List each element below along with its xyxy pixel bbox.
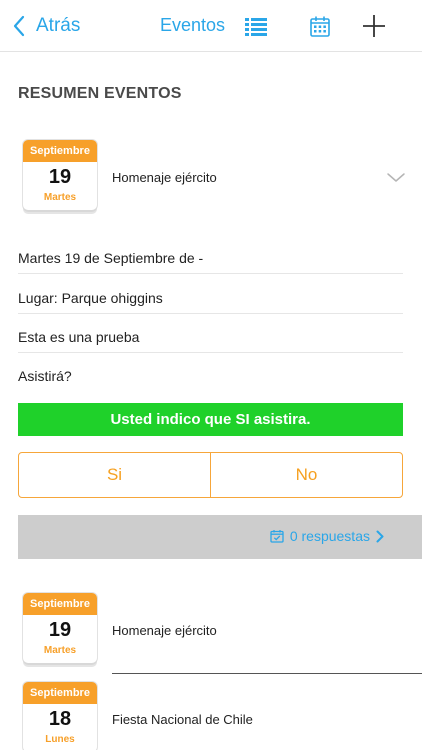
responses-bar: 0 respuestas (18, 515, 422, 559)
responses-link[interactable]: 0 respuestas (270, 528, 390, 544)
list-item-title[interactable]: Homenaje ejército (112, 623, 217, 638)
back-label: Atrás (36, 15, 81, 36)
event-place-text: Lugar: Parque ohiggins (18, 290, 403, 314)
plus-icon[interactable] (361, 13, 387, 39)
list-icon[interactable] (243, 13, 269, 39)
badge-day: 18 (48, 708, 72, 730)
badge-weekday: Martes (43, 645, 77, 656)
chevron-left-icon (13, 15, 25, 37)
list-item-date-badge: Septiembre 18 Lunes (23, 682, 97, 750)
no-button[interactable]: No (210, 452, 403, 498)
attendance-status-banner: Usted indico que SI asistira. (18, 403, 403, 436)
section-title: RESUMEN EVENTOS (18, 85, 182, 102)
badge-month: Septiembre (23, 140, 97, 162)
back-button[interactable]: Atrás (12, 12, 80, 40)
list-item-title[interactable]: Fiesta Nacional de Chile (112, 712, 253, 727)
list-item-date-badge: Septiembre 19 Martes (23, 593, 97, 663)
event-date-text: Martes 19 de Septiembre de - (18, 250, 403, 274)
nav-title[interactable]: Eventos (160, 15, 225, 36)
badge-weekday: Martes (43, 192, 77, 203)
calendar-icon[interactable] (307, 13, 333, 39)
badge-month: Septiembre (23, 682, 97, 704)
calendar-check-icon (270, 530, 284, 543)
list-divider (112, 673, 422, 674)
navigation-bar: Atrás Eventos (0, 0, 422, 52)
responses-label: 0 respuestas (289, 528, 370, 544)
badge-day: 19 (48, 619, 72, 641)
event-date-badge: Septiembre 19 Martes (23, 140, 97, 210)
event-title[interactable]: Homenaje ejército (112, 170, 217, 185)
badge-weekday: Lunes (45, 734, 75, 745)
attendance-question: Asistirá? (18, 368, 72, 384)
chevron-right-icon (376, 530, 384, 542)
badge-day: 19 (48, 166, 72, 188)
badge-month: Septiembre (23, 593, 97, 615)
yes-button[interactable]: Si (18, 452, 211, 498)
chevron-down-icon[interactable] (386, 172, 406, 184)
event-description: Esta es una prueba (18, 329, 403, 353)
